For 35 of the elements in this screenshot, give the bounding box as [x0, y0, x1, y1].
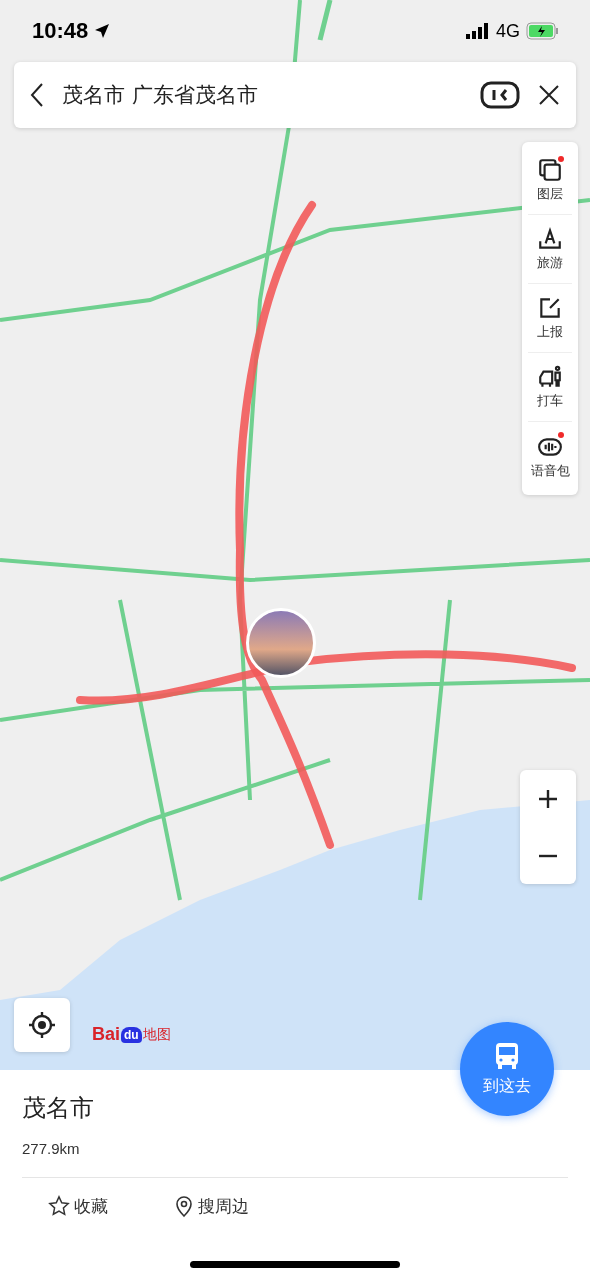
star-icon	[48, 1195, 70, 1217]
tool-button[interactable]: 旅游	[528, 215, 572, 284]
scan-icon	[480, 81, 520, 109]
scan-button[interactable]	[480, 81, 520, 109]
place-title: 茂名市	[22, 1093, 95, 1124]
signal-icon	[466, 23, 490, 39]
location-arrow-icon	[94, 23, 111, 39]
network-label: 4G	[496, 20, 520, 42]
bus-icon	[494, 1041, 520, 1070]
back-icon	[30, 82, 44, 108]
plus-icon	[538, 788, 558, 809]
edit-icon	[537, 295, 563, 321]
close-icon	[538, 84, 560, 106]
tool-button[interactable]: 打车	[528, 353, 572, 422]
action-button[interactable]: 收藏	[48, 1194, 108, 1218]
battery-icon	[526, 22, 560, 40]
search-field[interactable]: 茂名市 广东省茂名市	[14, 62, 576, 128]
back-button[interactable]	[30, 82, 44, 108]
tool-button[interactable]: 上报	[528, 284, 572, 353]
logo-text: Bai	[92, 1024, 120, 1045]
locate-button[interactable]	[14, 998, 70, 1052]
layers-icon	[537, 157, 563, 183]
locate-icon	[28, 1011, 56, 1039]
minus-icon	[538, 853, 558, 858]
tool-button[interactable]: 语音包	[528, 422, 572, 491]
distance-label: 277.9km	[22, 1140, 81, 1157]
location-pin-icon	[174, 1194, 194, 1218]
action-button[interactable]: 搜周边	[174, 1194, 249, 1218]
close-button[interactable]	[538, 84, 560, 106]
tool-button[interactable]: 图层	[528, 146, 572, 215]
go-here-button[interactable]: 到这去	[460, 1022, 554, 1116]
status-time: 10:48	[32, 18, 89, 44]
car-person-icon	[537, 364, 563, 390]
travel-icon	[537, 226, 563, 252]
logo-text: 地图	[142, 1025, 171, 1044]
